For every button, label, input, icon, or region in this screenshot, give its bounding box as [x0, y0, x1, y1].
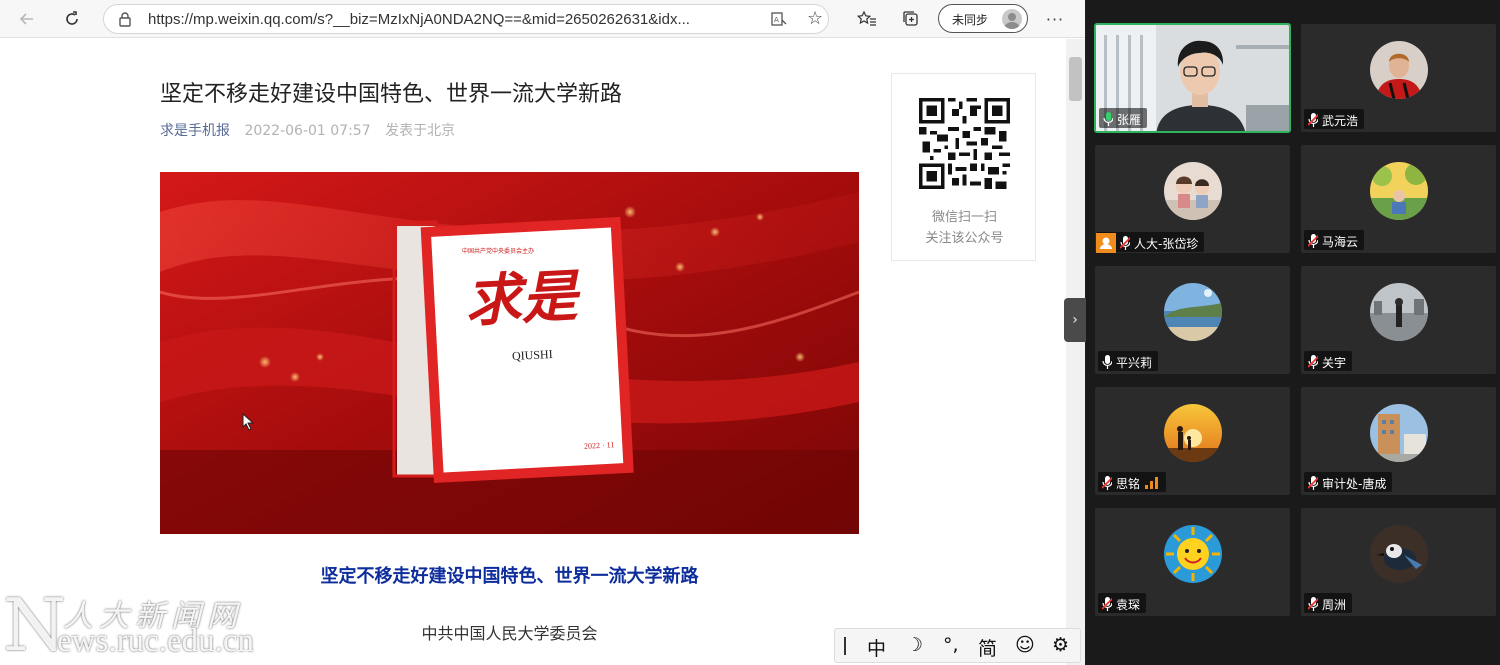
participant-name-tag: 武元浩: [1304, 109, 1365, 129]
article-location: 发表于北京: [385, 123, 456, 139]
mic-muted-icon: [1102, 597, 1112, 611]
address-bar[interactable]: https://mp.weixin.qq.com/s?__biz=MzIxNjA…: [103, 4, 829, 34]
qr-caption-scan: 微信扫一扫: [931, 210, 997, 225]
qr-caption-follow: 关注该公众号: [925, 231, 1004, 246]
article-title: 坚定不移走好建设中国特色、世界一流大学新路: [160, 82, 623, 107]
participant-tile[interactable]: 平兴莉: [1094, 265, 1291, 375]
sync-button[interactable]: 未同步: [938, 4, 1028, 33]
participant-tile[interactable]: 张雁: [1094, 23, 1291, 133]
participant-name-tag: 马海云: [1304, 230, 1365, 250]
refresh-icon[interactable]: [57, 4, 87, 34]
participant-tile[interactable]: 审计处-唐成: [1300, 386, 1497, 496]
participant-name: 思铭: [1116, 476, 1141, 491]
participant-name: 袁琛: [1116, 597, 1141, 612]
participant-avatar: [1164, 525, 1222, 583]
article-date: 2022-06-01 07:57: [244, 123, 371, 139]
participant-name: 关宇: [1322, 355, 1347, 370]
participant-name: 马海云: [1322, 234, 1359, 249]
more-icon[interactable]: ···: [1040, 4, 1070, 34]
favorites-list-icon[interactable]: [852, 4, 882, 34]
mic-muted-icon: [1308, 355, 1318, 369]
news-watermark: N 人大新闻网 ews.ruc.edu.cn: [0, 585, 330, 665]
cover-image: 中国共产党中央委员会主办 求是 QIUSHI 2022 · 11: [160, 172, 859, 534]
cover-logo: 求是: [463, 263, 579, 335]
participant-tile[interactable]: 思铭: [1094, 386, 1291, 496]
participant-name-tag: 人大-张岱珍: [1096, 232, 1205, 253]
qr-panel: 微信扫一扫 关注该公众号: [891, 73, 1036, 261]
browser-toolbar: https://mp.weixin.qq.com/s?__biz=MzIxNjA…: [0, 0, 1085, 38]
settings-gear-icon[interactable]: ⚙: [1052, 634, 1069, 656]
page-scrollbar[interactable]: [1066, 39, 1085, 665]
participant-name-tag: 关宇: [1304, 351, 1353, 371]
participant-name-tag: 审计处-唐成: [1304, 472, 1393, 492]
mic-muted-icon: [1120, 236, 1130, 250]
ime-toolbar: 中 ☽ °, 简 ☺ ⚙: [834, 628, 1081, 663]
participant-name: 人大-张岱珍: [1134, 236, 1199, 251]
participant-avatar: [1370, 404, 1428, 462]
ime-mode-chinese[interactable]: 中: [867, 634, 886, 661]
watermark-url: ews.ruc.edu.cn: [57, 623, 255, 659]
chevron-right-icon: ›: [1072, 312, 1078, 328]
mic-on-icon: [1103, 112, 1113, 126]
participant-name: 审计处-唐成: [1322, 476, 1387, 491]
ime-simplified[interactable]: 简: [978, 634, 997, 661]
participant-tile[interactable]: 武元浩: [1300, 23, 1497, 133]
profile-avatar-icon: [1002, 9, 1022, 29]
collections-icon[interactable]: [896, 4, 926, 34]
moon-icon[interactable]: ☽: [906, 634, 923, 656]
participant-name-tag: 平兴莉: [1098, 351, 1159, 371]
mic-muted-icon: [1308, 476, 1318, 490]
participant-name-tag: 张雁: [1099, 108, 1148, 128]
participant-name: 平兴莉: [1116, 355, 1153, 370]
user-icon: [1096, 233, 1116, 253]
mouse-cursor-icon: [242, 412, 255, 435]
ime-drag-handle[interactable]: [844, 637, 846, 655]
participant-name: 周洲: [1322, 597, 1347, 612]
mic-muted-icon: [1308, 234, 1318, 248]
participant-name-tag: 袁琛: [1098, 593, 1147, 613]
participant-avatar: [1370, 162, 1428, 220]
participant-avatar: [1164, 283, 1222, 341]
favorite-star-icon[interactable]: ☆: [807, 9, 823, 29]
qr-code: [919, 98, 1010, 189]
participant-name-tag: 思铭: [1098, 472, 1167, 492]
participant-avatar: [1164, 162, 1222, 220]
mic-muted-icon: [1308, 113, 1318, 127]
mic-on-icon: [1102, 355, 1112, 369]
cover-issue: 2022 · 11: [583, 440, 615, 451]
reader-mode-icon[interactable]: A: [770, 10, 788, 32]
meeting-gallery: 张雁 武元浩 人大-张岱珍 马海云 平兴莉 关宇 思铭 审计处-唐成 袁琛 周洲: [1086, 0, 1500, 665]
back-icon[interactable]: [12, 4, 42, 34]
participant-avatar: [1370, 525, 1428, 583]
article-source-link[interactable]: 求是手机报: [160, 123, 230, 139]
collapse-panel-handle[interactable]: ›: [1064, 298, 1086, 342]
participant-avatar: [1370, 41, 1428, 99]
participant-avatar: [1164, 404, 1222, 462]
participant-name: 张雁: [1117, 112, 1142, 127]
participant-tile[interactable]: 袁琛: [1094, 507, 1291, 617]
participant-avatar: [1370, 283, 1428, 341]
sync-label: 未同步: [952, 13, 989, 27]
participant-tile[interactable]: 关宇: [1300, 265, 1497, 375]
browser-window: https://mp.weixin.qq.com/s?__biz=MzIxNjA…: [0, 0, 1085, 665]
article-meta: 求是手机报 2022-06-01 07:57 发表于北京: [160, 120, 455, 140]
participant-tile[interactable]: 马海云: [1300, 144, 1497, 254]
participant-tile[interactable]: 周洲: [1300, 507, 1497, 617]
participant-name-tag: 周洲: [1304, 593, 1353, 613]
emoji-icon[interactable]: ☺: [1015, 634, 1035, 656]
cover-pinyin: QIUSHI: [511, 346, 553, 364]
url-text[interactable]: https://mp.weixin.qq.com/s?__biz=MzIxNjA…: [148, 11, 690, 28]
lock-icon[interactable]: [118, 11, 132, 31]
scrollbar-thumb[interactable]: [1069, 57, 1082, 101]
signal-strength-icon: [1145, 477, 1159, 489]
punctuation-icon[interactable]: °,: [943, 634, 959, 656]
mic-muted-icon: [1308, 597, 1318, 611]
participant-name: 武元浩: [1322, 113, 1359, 128]
mic-muted-icon: [1102, 476, 1112, 490]
svg-text:A: A: [774, 16, 779, 24]
participant-tile[interactable]: 人大-张岱珍: [1094, 144, 1291, 254]
